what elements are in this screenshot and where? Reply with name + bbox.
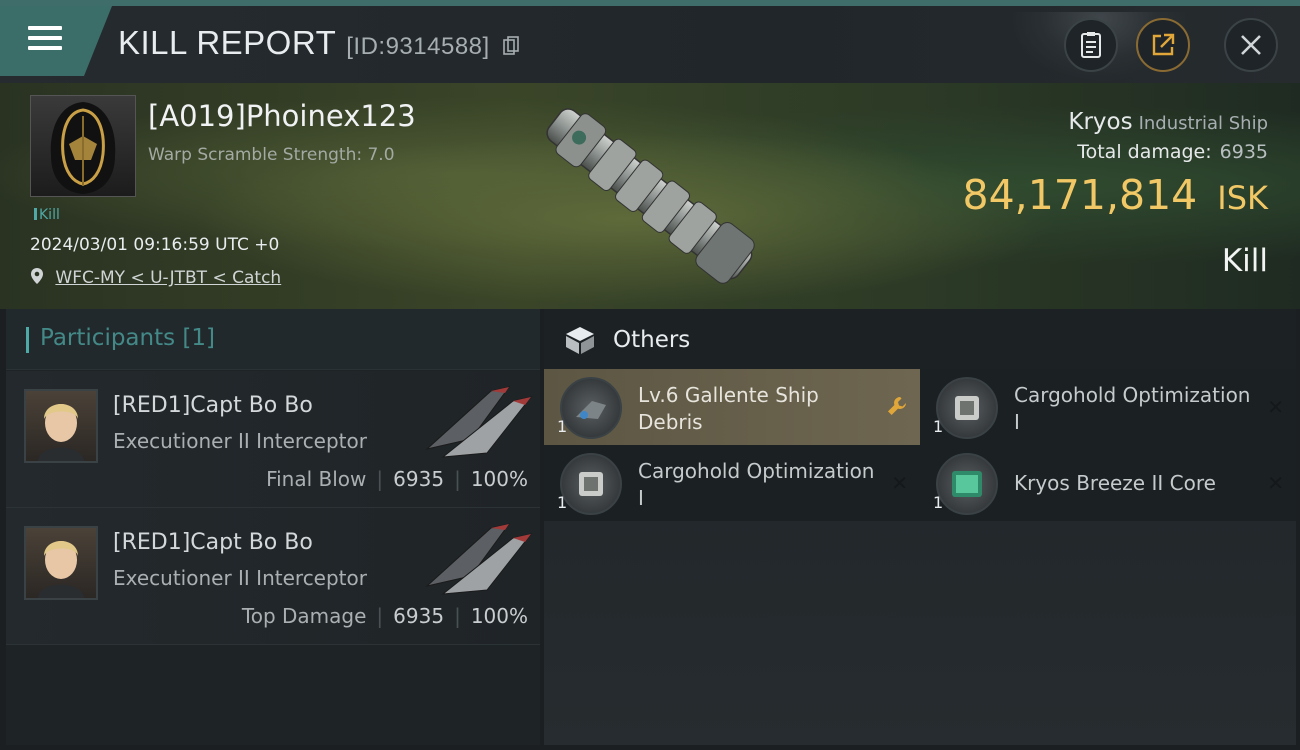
item-name: Cargohold Optimization I xyxy=(1014,383,1251,434)
participant-stats: Final Blow | 6935 | 100% xyxy=(266,467,528,491)
item-thumbnail xyxy=(560,377,622,439)
kill-datetime: 2024/03/01 09:16:59 UTC +0 xyxy=(30,235,280,255)
participant-damage: 6935 xyxy=(393,467,445,491)
attacker-avatar[interactable] xyxy=(30,95,136,197)
others-title: Others xyxy=(613,327,691,353)
total-damage: Total damage: 6935 xyxy=(1077,141,1268,163)
location-link[interactable]: WFC-MY < U-JTBT < Catch xyxy=(55,268,281,288)
participant-percent: 100% xyxy=(470,604,528,628)
kill-location[interactable]: WFC-MY < U-JTBT < Catch xyxy=(30,267,281,288)
participant-stats: Top Damage | 6935 | 100% xyxy=(241,604,528,628)
participants-count: [1] xyxy=(182,325,216,351)
copy-icon[interactable] xyxy=(503,26,520,64)
participant-avatar[interactable] xyxy=(24,389,98,463)
item-name: Lv.6 Gallente Ship Debris xyxy=(638,383,819,434)
interceptor-ship-image xyxy=(425,386,533,458)
item-quantity: 1 xyxy=(557,493,568,512)
loot-item[interactable]: 1 Cargohold Optimization I ✕ xyxy=(544,445,920,521)
participants-header[interactable]: Participants [1] xyxy=(6,309,540,370)
clipboard-icon xyxy=(1081,32,1101,58)
victim-ship-name: Kryos Industrial Ship xyxy=(1068,109,1268,135)
others-header: Others xyxy=(544,309,1296,369)
participant-avatar[interactable] xyxy=(24,526,98,600)
loot-item[interactable]: 1 Kryos Breeze II Core ✕ xyxy=(920,445,1296,521)
title-text: KILL REPORT xyxy=(118,24,337,61)
kill-tag-label: Kill xyxy=(39,207,60,223)
participant-card[interactable]: [RED1]Capt Bo Bo Executioner II Intercep… xyxy=(6,371,540,508)
total-damage-value: 6935 xyxy=(1219,141,1268,163)
interceptor-ship-image xyxy=(425,523,533,595)
header-accent xyxy=(26,327,29,353)
kill-tag: Kill xyxy=(34,207,60,223)
close-icon[interactable]: ✕ xyxy=(1267,471,1284,495)
close-icon[interactable]: ✕ xyxy=(1267,395,1284,419)
pilot-portrait-icon xyxy=(38,541,84,598)
item-thumbnail xyxy=(560,453,622,515)
ship-class: Industrial Ship xyxy=(1138,113,1268,134)
isk-unit: ISK xyxy=(1217,179,1268,217)
clipboard-button[interactable] xyxy=(1064,18,1118,72)
cargohold-module-icon xyxy=(955,396,979,420)
close-button[interactable] xyxy=(1224,18,1278,72)
participant-name[interactable]: [RED1]Capt Bo Bo xyxy=(113,393,313,418)
item-name: Kryos Breeze II Core xyxy=(1014,471,1216,495)
item-thumbnail xyxy=(936,453,998,515)
item-quantity: 1 xyxy=(933,417,944,436)
page-title: KILL REPORT [ID:9314588] xyxy=(118,24,520,64)
attacker-name[interactable]: [A019]Phoinex123 xyxy=(148,99,416,133)
participant-damage: 6935 xyxy=(393,604,445,628)
hooded-figure-icon xyxy=(50,102,116,194)
loot-item[interactable]: 1 Cargohold Optimization I ✕ xyxy=(920,369,1296,445)
share-icon xyxy=(1152,33,1175,56)
participants-label: Participants xyxy=(40,325,176,351)
wrench-icon[interactable] xyxy=(886,395,908,422)
others-panel: Others 1 Lv.6 Gallente Ship Debris 1 Car… xyxy=(544,309,1296,745)
share-button[interactable] xyxy=(1136,18,1190,72)
close-icon xyxy=(1241,35,1261,55)
isk-amount: 84,171,814 xyxy=(962,171,1198,219)
participant-card[interactable]: [RED1]Capt Bo Bo Executioner II Intercep… xyxy=(6,508,540,645)
ship-debris-icon xyxy=(576,401,606,419)
item-quantity: 1 xyxy=(557,417,568,436)
report-id: [ID:9314588] xyxy=(346,33,490,60)
participant-ship: Executioner II Interceptor xyxy=(113,429,367,453)
pilot-portrait-icon xyxy=(38,404,84,461)
menu-icon xyxy=(28,26,62,56)
location-pin-icon xyxy=(31,268,43,284)
item-name: Cargohold Optimization I xyxy=(638,459,875,510)
ship-name-text: Kryos xyxy=(1068,109,1133,135)
participants-title: Participants [1] xyxy=(40,325,215,351)
cube-icon xyxy=(566,327,594,354)
isk-value: 84,171,814 ISK xyxy=(963,171,1268,219)
kill-banner: [A019]Phoinex123 Warp Scramble Strength:… xyxy=(0,83,1300,309)
item-quantity: 1 xyxy=(933,493,944,512)
loot-item[interactable]: 1 Lv.6 Gallente Ship Debris xyxy=(544,369,920,445)
participants-panel: Participants [1] [RED1]Capt Bo Bo Execut… xyxy=(6,309,540,745)
kill-result: Kill xyxy=(1221,243,1268,279)
close-icon[interactable]: ✕ xyxy=(891,471,908,495)
participant-percent: 100% xyxy=(470,467,528,491)
participant-role: Top Damage xyxy=(241,604,367,628)
victim-ship-image xyxy=(546,108,755,284)
participant-ship: Executioner II Interceptor xyxy=(113,566,367,590)
participant-role: Final Blow xyxy=(266,467,367,491)
total-damage-label: Total damage: xyxy=(1077,141,1212,163)
item-thumbnail xyxy=(936,377,998,439)
participant-name[interactable]: [RED1]Capt Bo Bo xyxy=(113,530,313,555)
warp-scramble-strength: Warp Scramble Strength: 7.0 xyxy=(148,145,395,165)
cargohold-module-icon xyxy=(579,472,603,496)
core-module-icon xyxy=(952,471,982,497)
